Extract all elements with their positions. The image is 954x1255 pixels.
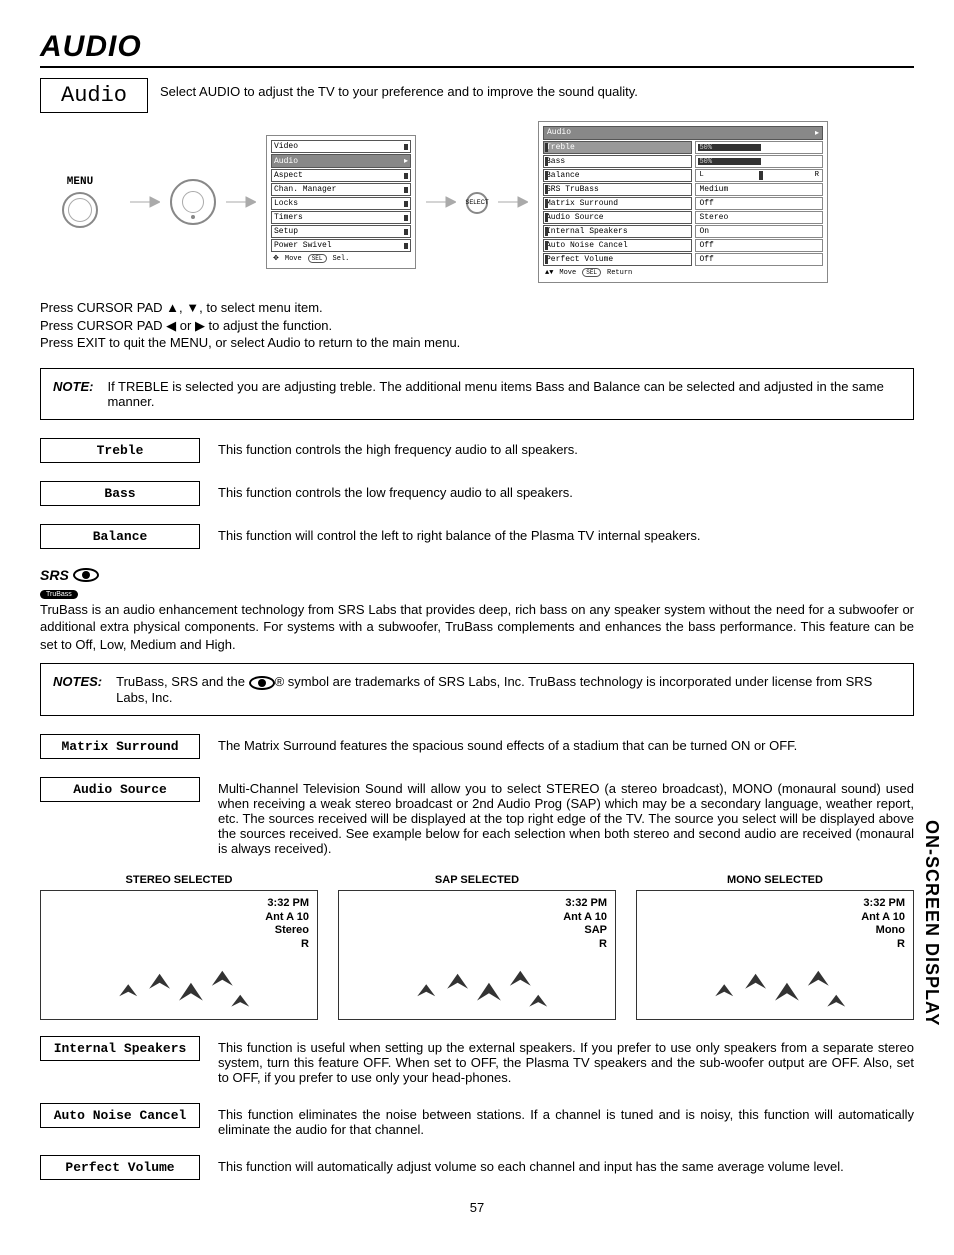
- notes-box-2: NOTES: TruBass, SRS and the ® symbol are…: [40, 663, 914, 716]
- note-text: If TREBLE is selected you are adjusting …: [107, 379, 901, 409]
- hardware-flow-row: MENU Video Audio▸ Aspect Chan. Manager L…: [40, 121, 914, 283]
- term-label: Bass: [40, 481, 200, 506]
- arrow-right-icon: [130, 196, 160, 208]
- term-desc: This function will control the left to r…: [218, 524, 914, 543]
- arrow-right-icon: [226, 196, 256, 208]
- osd-audio-menu: Audio▸ Treble50% Bass50% BalanceLR SRS T…: [538, 121, 828, 283]
- term-desc: This function eliminates the noise betwe…: [218, 1103, 914, 1137]
- page-title: AUDIO: [40, 30, 914, 68]
- srs-body: TruBass is an audio enhancement technolo…: [40, 601, 914, 654]
- term-auto-noise: Auto Noise Cancel This function eliminat…: [40, 1103, 914, 1137]
- menu-label: MENU: [40, 176, 120, 188]
- header-row: Audio Select AUDIO to adjust the TV to y…: [40, 78, 914, 113]
- term-perfect-volume: Perfect Volume This function will automa…: [40, 1155, 914, 1180]
- term-balance: Balance This function will control the l…: [40, 524, 914, 549]
- term-desc: Multi-Channel Television Sound will allo…: [218, 777, 914, 856]
- term-label: Auto Noise Cancel: [40, 1103, 200, 1128]
- term-matrix: Matrix Surround The Matrix Surround feat…: [40, 734, 914, 759]
- note-box: NOTE: If TREBLE is selected you are adju…: [40, 368, 914, 420]
- notes-text: TruBass, SRS and the ® symbol are tradem…: [116, 674, 901, 705]
- osd-row: Video: [271, 140, 411, 153]
- srs-sublabel: TruBass: [40, 590, 78, 599]
- example-screen: 3:32 PM Ant A 10 SAP R: [338, 890, 616, 1020]
- dpad-icon: [170, 179, 216, 225]
- menu-button-icon: [62, 192, 98, 228]
- term-audio-source: Audio Source Multi-Channel Television So…: [40, 777, 914, 856]
- term-bass: Bass This function controls the low freq…: [40, 481, 914, 506]
- osd-footer: ▲▼MoveSELReturn: [543, 267, 823, 278]
- select-button-col: SELECT: [466, 191, 488, 214]
- side-tab: ON-SCREEN DISPLAY: [921, 820, 942, 1026]
- example-title: SAP SELECTED: [338, 874, 616, 886]
- term-label: Treble: [40, 438, 200, 463]
- osd-audio-title: Audio▸: [543, 126, 823, 140]
- osd-row: Chan. Manager: [271, 183, 411, 196]
- example-screen: 3:32 PM Ant A 10 Mono R: [636, 890, 914, 1020]
- birds-icon: [637, 929, 913, 1019]
- example-title: MONO SELECTED: [636, 874, 914, 886]
- menu-button-col: MENU: [40, 176, 120, 228]
- term-label: Internal Speakers: [40, 1036, 200, 1061]
- srs-section: SRS TruBass TruBass is an audio enhancem…: [40, 567, 914, 654]
- term-desc: This function controls the high frequenc…: [218, 438, 914, 457]
- page-number: 57: [40, 1200, 914, 1215]
- intro-text: Select AUDIO to adjust the TV to your pr…: [160, 78, 914, 99]
- birds-icon: [339, 929, 615, 1019]
- example-screen: 3:32 PM Ant A 10 Stereo R: [40, 890, 318, 1020]
- instructions: Press CURSOR PAD ▲, ▼, to select menu it…: [40, 299, 914, 352]
- term-treble: Treble This function controls the high f…: [40, 438, 914, 463]
- term-internal-speakers: Internal Speakers This function is usefu…: [40, 1036, 914, 1085]
- term-desc: The Matrix Surround features the spaciou…: [218, 734, 914, 753]
- term-desc: This function controls the low frequency…: [218, 481, 914, 500]
- osd-row: Setup: [271, 225, 411, 238]
- osd-main-menu: Video Audio▸ Aspect Chan. Manager Locks …: [266, 135, 416, 269]
- osd-row: Power Swivel: [271, 239, 411, 252]
- audio-label-box: Audio: [40, 78, 148, 113]
- srs-oval-icon: [249, 676, 275, 690]
- srs-oval-icon: [73, 568, 99, 582]
- birds-icon: [41, 929, 317, 1019]
- select-button-icon: SELECT: [466, 192, 488, 214]
- term-label: Matrix Surround: [40, 734, 200, 759]
- osd-row: Aspect: [271, 169, 411, 182]
- term-label: Perfect Volume: [40, 1155, 200, 1180]
- srs-logo: SRS: [40, 567, 914, 583]
- note-label: NOTE:: [53, 379, 93, 409]
- arrow-right-icon: [498, 196, 528, 208]
- osd-row: Locks: [271, 197, 411, 210]
- notes-label: NOTES:: [53, 674, 102, 705]
- example-title: STEREO SELECTED: [40, 874, 318, 886]
- osd-example-mono: MONO SELECTED 3:32 PM Ant A 10 Mono R: [636, 874, 914, 1020]
- term-label: Balance: [40, 524, 200, 549]
- osd-row: Audio▸: [271, 154, 411, 168]
- osd-row: Timers: [271, 211, 411, 224]
- osd-example-sap: SAP SELECTED 3:32 PM Ant A 10 SAP R: [338, 874, 616, 1020]
- osd-example-row: STEREO SELECTED 3:32 PM Ant A 10 Stereo …: [40, 874, 914, 1020]
- term-desc: This function is useful when setting up …: [218, 1036, 914, 1085]
- term-label: Audio Source: [40, 777, 200, 802]
- osd-footer: ✥MoveSELSel.: [271, 253, 411, 264]
- osd-example-stereo: STEREO SELECTED 3:32 PM Ant A 10 Stereo …: [40, 874, 318, 1020]
- arrow-right-icon: [426, 196, 456, 208]
- term-desc: This function will automatically adjust …: [218, 1155, 914, 1174]
